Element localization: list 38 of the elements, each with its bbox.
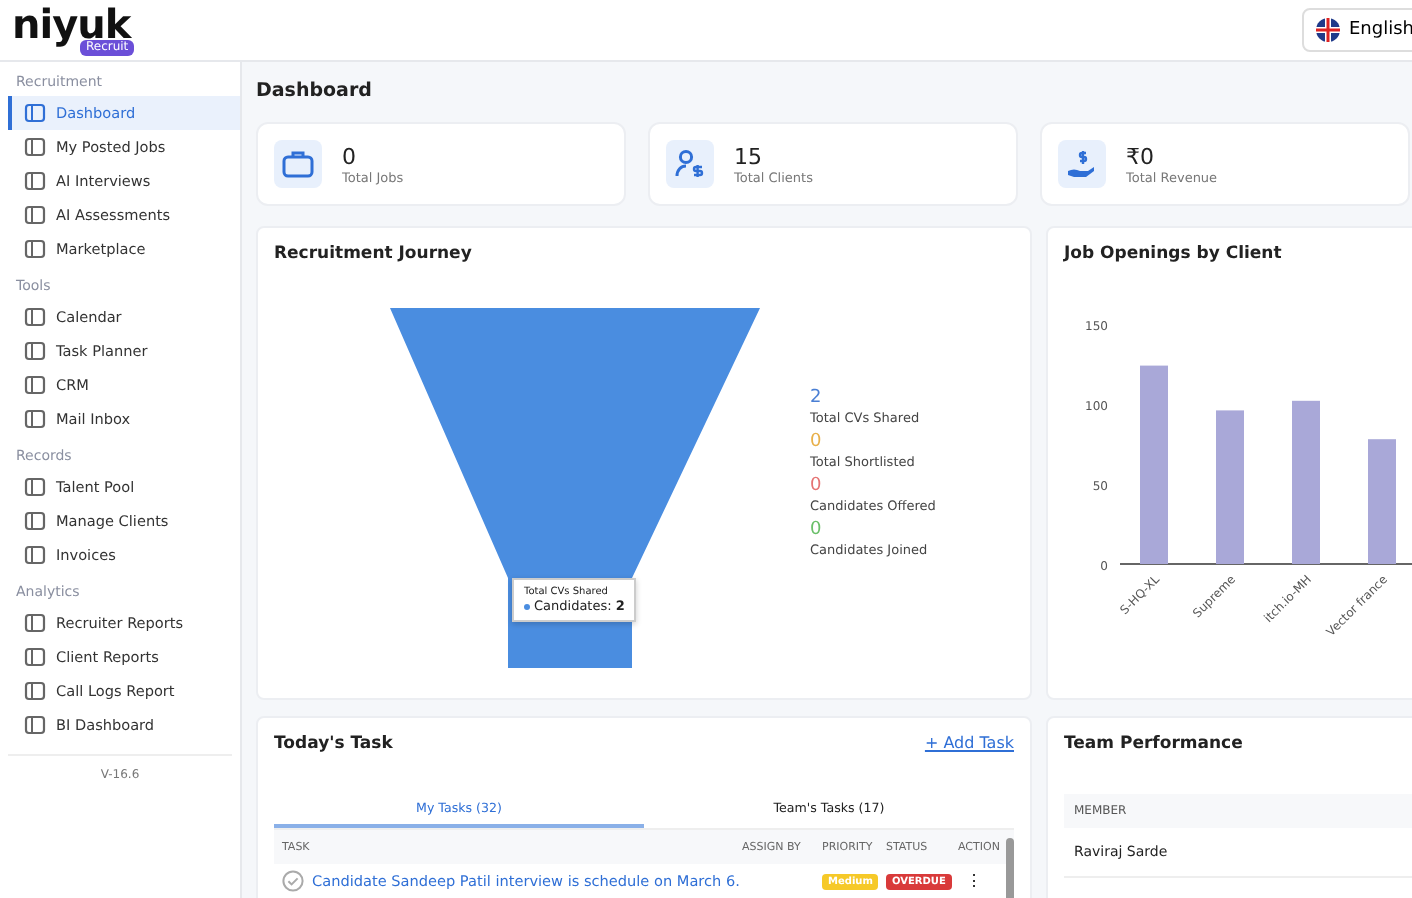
- square-outline-icon: [24, 170, 46, 192]
- square-outline-icon: [24, 476, 46, 498]
- square-outline-icon: [24, 340, 46, 362]
- person-dollar-icon: [674, 148, 706, 180]
- square-outline-icon: [24, 374, 46, 396]
- metric-value: 0: [810, 520, 824, 542]
- square-outline-icon: [24, 646, 46, 668]
- more-actions-button[interactable]: ⋮: [958, 872, 990, 890]
- square-outline-icon: [24, 408, 46, 430]
- square-outline-icon: [24, 714, 46, 736]
- bar: [1368, 439, 1396, 564]
- panel-title: Today's Task: [274, 734, 393, 754]
- stat-value: 0: [342, 143, 358, 169]
- briefcase-icon: [282, 150, 314, 178]
- square-outline-icon: [24, 612, 46, 634]
- square-outline-icon: [24, 136, 46, 158]
- panel-title: Job Openings by Client: [1064, 244, 1284, 264]
- square-outline-icon: [24, 544, 46, 566]
- stat-value: ₹0: [1126, 143, 1156, 169]
- stat-value: 15: [734, 143, 764, 169]
- check-circle-icon[interactable]: [282, 870, 304, 892]
- add-task-link[interactable]: + Add Task: [924, 734, 1014, 754]
- square-outline-icon: [24, 680, 46, 702]
- square-outline-icon: [24, 306, 46, 328]
- square-outline-icon: [24, 102, 46, 124]
- metric-value: 0: [810, 432, 824, 454]
- flag-icon: [1315, 18, 1339, 42]
- panel-title: Team Performance: [1064, 734, 1245, 754]
- hand-coin-icon: [1066, 148, 1098, 180]
- language-selector[interactable]: English: [1301, 8, 1412, 52]
- square-outline-icon: [24, 204, 46, 226]
- panel-title: Recruitment Journey: [274, 244, 474, 264]
- square-outline-icon: [24, 510, 46, 532]
- metric-value: 2: [810, 388, 824, 410]
- scrollbar[interactable]: [1006, 838, 1014, 898]
- page-title: Dashboard: [256, 80, 374, 102]
- square-outline-icon: [24, 238, 46, 260]
- metric-value: 0: [810, 476, 824, 498]
